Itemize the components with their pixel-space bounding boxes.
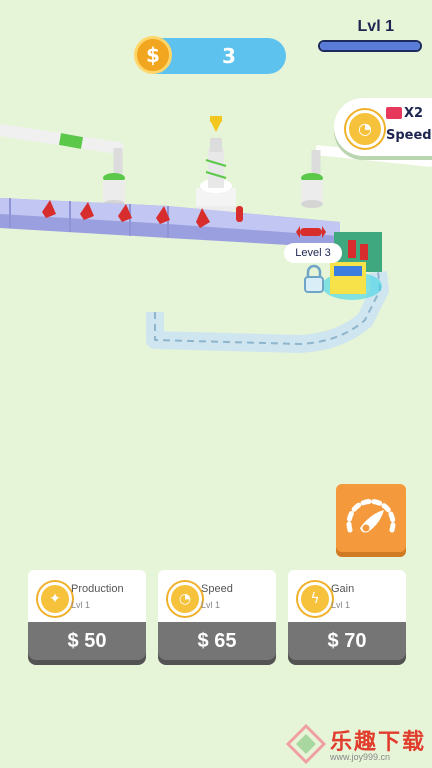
upgrade-gain-card[interactable]: ϟ Gain Lvl 1 $ 70 <box>288 570 406 666</box>
video-ad-icon <box>386 107 402 119</box>
dispenser-left <box>103 173 125 208</box>
lock-icon[interactable] <box>303 264 325 294</box>
speed-multiplier: X2 <box>404 106 424 121</box>
speedometer-icon <box>346 498 396 533</box>
speedometer-icon: ◔ <box>346 110 384 148</box>
upgrade-name: Production <box>71 583 124 595</box>
level-progress-fill <box>320 42 420 50</box>
upgrade-info: ✦ Production Lvl 1 <box>28 570 146 622</box>
upgrade-level: Lvl 1 <box>331 600 351 610</box>
speed-boost-card[interactable]: ◔ X2 Speed <box>334 98 432 156</box>
upgrade-level: Lvl 1 <box>71 600 91 610</box>
speed-boost-label: Speed <box>386 128 432 143</box>
coin-counter: $ 3 <box>134 36 286 74</box>
machine-level-tag: Level 3 <box>284 243 342 263</box>
speedometer-icon: ◔ <box>168 582 202 616</box>
upgrade-production-card[interactable]: ✦ Production Lvl 1 $ 50 <box>28 570 146 666</box>
upgrade-level: Lvl 1 <box>201 600 221 610</box>
upgrade-name: Gain <box>331 583 355 595</box>
upgrade-production-buy-button[interactable]: $ 50 <box>28 622 146 660</box>
boost-button[interactable] <box>336 484 406 552</box>
upgrade-name: Speed <box>201 583 233 595</box>
dispenser-right <box>301 173 323 208</box>
candy-icon: ✦ <box>38 582 72 616</box>
level-progress-bar <box>318 40 422 52</box>
upgrade-speed-buy-button[interactable]: $ 65 <box>158 622 276 660</box>
player-level: Lvl 1 <box>357 18 394 35</box>
upgrade-info: ϟ Gain Lvl 1 <box>288 570 406 622</box>
lightning-icon: ϟ <box>298 582 332 616</box>
coin-count: 3 <box>222 44 236 68</box>
watermark-logo-icon <box>286 724 326 764</box>
candy-machine <box>196 116 236 215</box>
left-pipe <box>0 124 124 178</box>
upgrade-speed-card[interactable]: ◔ Speed Lvl 1 $ 65 <box>158 570 276 666</box>
coin-icon: $ <box>134 36 172 74</box>
upgrade-info: ◔ Speed Lvl 1 <box>158 570 276 622</box>
upgrade-gain-buy-button[interactable]: $ 70 <box>288 622 406 660</box>
watermark-url: www.joy999.cn <box>330 752 391 762</box>
